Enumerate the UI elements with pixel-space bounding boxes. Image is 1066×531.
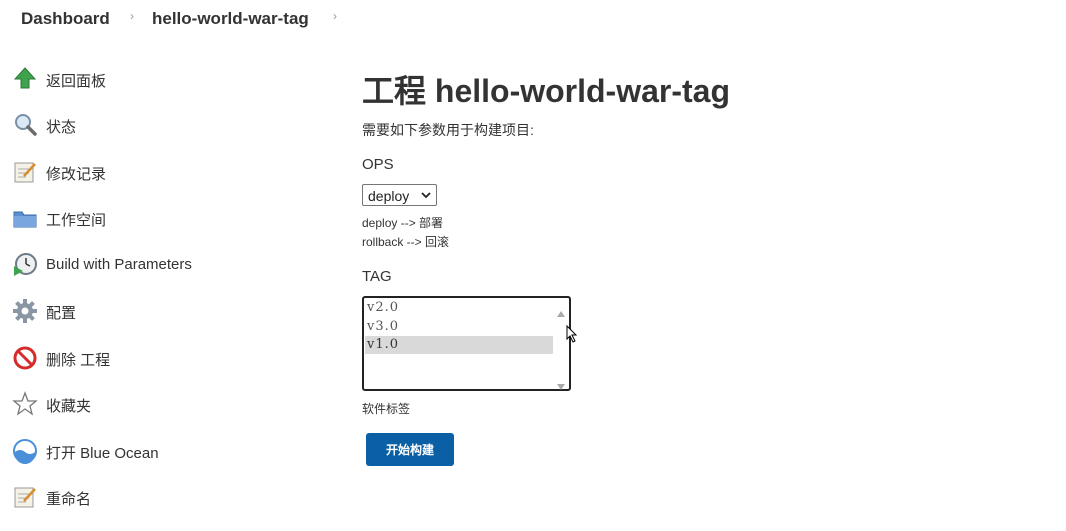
breadcrumb-dashboard[interactable]: Dashboard	[21, 9, 110, 29]
magnifier-icon	[12, 112, 38, 138]
sidebar-item-label: 收藏夹	[46, 398, 92, 415]
param-name-tag: TAG	[362, 268, 392, 285]
ops-select[interactable]: deploy	[362, 184, 437, 206]
sidebar-item-label: 配置	[46, 305, 77, 322]
mouse-cursor-icon	[566, 324, 578, 343]
sidebar-item-label: 修改记录	[46, 166, 107, 183]
sidebar-item-open-blue-ocean[interactable]: 打开 Blue Ocean	[10, 434, 270, 466]
sidebar-item-workspace[interactable]: 工作空间	[10, 201, 270, 233]
sidebar-item-status[interactable]: 状态	[10, 108, 270, 140]
breadcrumb-separator[interactable]: ›	[333, 9, 337, 23]
notepad-icon	[12, 484, 38, 510]
tag-option[interactable]: v2.0	[365, 299, 553, 317]
breadcrumb-project[interactable]: hello-world-war-tag	[152, 9, 309, 29]
clock-play-icon	[12, 252, 38, 278]
sidebar-item-delete-project[interactable]: 删除 工程	[10, 341, 270, 373]
up-arrow-icon	[12, 66, 38, 92]
scroll-down-icon[interactable]	[557, 377, 565, 390]
tag-option[interactable]: v3.0	[365, 318, 553, 336]
sidebar-item-changes[interactable]: 修改记录	[10, 155, 270, 187]
sidebar-item-label: 状态	[46, 119, 77, 136]
sidebar-item-label: 返回面板	[46, 73, 107, 90]
scroll-up-icon[interactable]	[557, 304, 565, 317]
sidebar-item-build-with-parameters[interactable]: Build with Parameters	[10, 248, 270, 280]
sidebar-item-label: 工作空间	[46, 212, 107, 229]
sidebar-item-configure[interactable]: 配置	[10, 294, 270, 326]
star-icon	[12, 391, 38, 417]
tag-description: 软件标签	[362, 402, 411, 416]
param-name-ops: OPS	[362, 156, 394, 173]
sidebar-item-back-to-dashboard[interactable]: 返回面板	[10, 62, 270, 94]
sidebar-item-favorite[interactable]: 收藏夹	[10, 387, 270, 419]
tag-option-selected[interactable]: v1.0	[365, 336, 553, 354]
tag-listbox[interactable]: v2.0 v3.0 v1.0	[362, 296, 571, 391]
ops-select-value: deploy	[368, 188, 410, 204]
ops-description-line: deploy --> 部署	[362, 216, 444, 230]
breadcrumb: Dashboard › hello-world-war-tag ›	[0, 0, 1066, 36]
sidebar-item-label: 删除 工程	[46, 352, 111, 369]
blue-ocean-icon	[12, 438, 38, 464]
gear-icon	[12, 298, 38, 324]
sidebar-item-label: 打开 Blue Ocean	[46, 445, 159, 462]
build-button[interactable]: 开始构建	[366, 433, 454, 466]
sidebar-item-label: 重命名	[46, 491, 92, 508]
no-entry-icon	[12, 345, 38, 371]
sidebar-item-rename[interactable]: 重命名	[10, 480, 270, 512]
intro-text: 需要如下参数用于构建项目:	[362, 122, 534, 138]
sidebar-item-label: Build with Parameters	[46, 256, 192, 273]
breadcrumb-separator[interactable]: ›	[130, 9, 134, 23]
notepad-icon	[12, 159, 38, 185]
chevron-down-icon	[421, 188, 431, 200]
page-title: 工程 hello-world-war-tag	[362, 73, 731, 109]
folder-icon	[12, 205, 38, 231]
ops-description-line: rollback --> 回滚	[362, 235, 450, 249]
